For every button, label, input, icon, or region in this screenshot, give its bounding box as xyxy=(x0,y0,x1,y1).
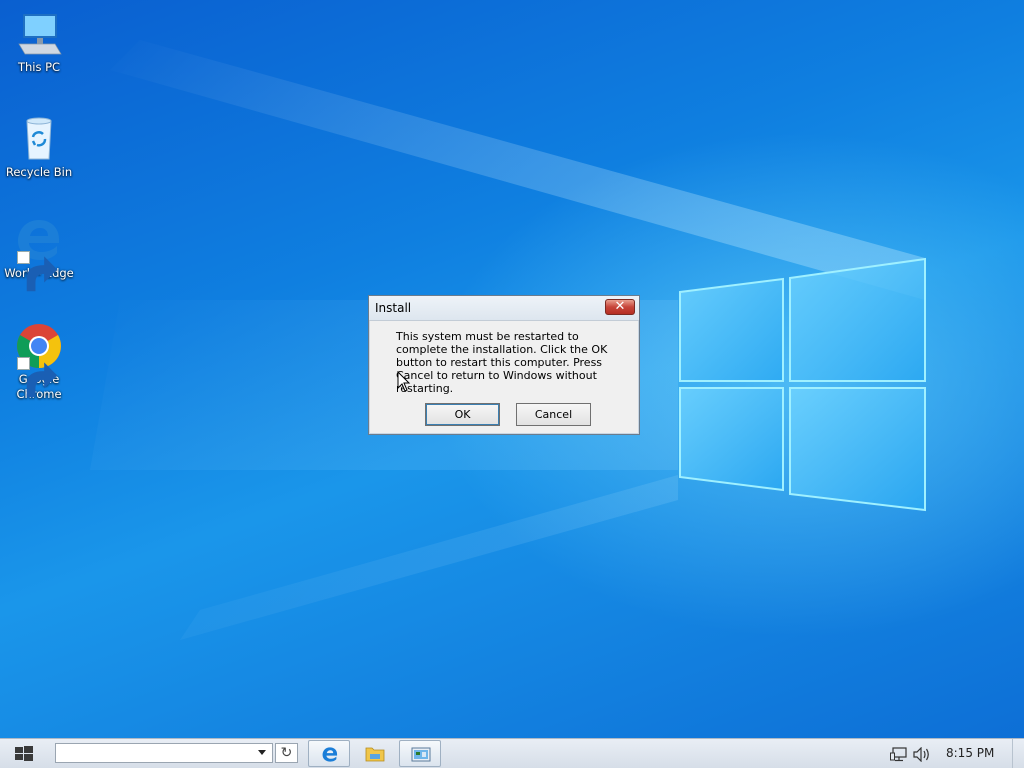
system-clock[interactable]: 8:15 PM xyxy=(946,746,994,760)
file-explorer-icon xyxy=(365,747,385,762)
taskbar-app-control-panel[interactable] xyxy=(399,740,441,767)
dialog-title-bar[interactable]: Install ✕ xyxy=(369,296,639,321)
recycle-bin-icon xyxy=(15,115,63,163)
mouse-pointer-icon xyxy=(397,371,411,392)
close-button[interactable]: ✕ xyxy=(605,299,635,315)
desktop-icon-label: This PC xyxy=(17,60,61,74)
network-icon[interactable] xyxy=(890,747,908,762)
desktop-icon-work-edge[interactable]: Work - Edge xyxy=(0,216,78,292)
shortcut-arrow-icon xyxy=(17,251,58,292)
volume-icon[interactable] xyxy=(913,747,931,762)
install-dialog: Install ✕ This system must be restarted … xyxy=(368,295,640,435)
taskbar-app-edge[interactable] xyxy=(308,740,350,767)
ok-button[interactable]: OK xyxy=(425,403,500,426)
control-panel-icon xyxy=(411,747,431,762)
desktop-icon-google-chrome[interactable]: Google Chrome xyxy=(0,322,78,402)
cancel-button[interactable]: Cancel xyxy=(516,403,591,426)
dialog-message: This system must be restarted to complet… xyxy=(396,330,608,395)
start-button[interactable] xyxy=(14,745,34,763)
edge-icon xyxy=(15,216,63,292)
show-desktop-button[interactable] xyxy=(1012,739,1024,768)
desktop-icon-recycle-bin[interactable]: Recycle Bin xyxy=(0,115,78,180)
chrome-icon xyxy=(15,322,63,398)
edge-icon xyxy=(322,747,338,762)
desktop-icon-label: Recycle Bin xyxy=(5,165,73,179)
refresh-button[interactable]: ↻ xyxy=(275,743,298,763)
taskbar-app-file-explorer[interactable] xyxy=(354,740,396,767)
taskbar-address-input[interactable] xyxy=(55,743,273,763)
shortcut-arrow-icon xyxy=(17,357,58,398)
this-pc-icon xyxy=(15,10,63,58)
dropdown-arrow-icon[interactable] xyxy=(258,750,266,755)
desktop-icon-this-pc[interactable]: This PC xyxy=(0,10,78,75)
taskbar: ↻ 8:15 PM xyxy=(0,738,1024,768)
dialog-title: Install xyxy=(375,301,412,315)
close-icon: ✕ xyxy=(614,299,626,314)
